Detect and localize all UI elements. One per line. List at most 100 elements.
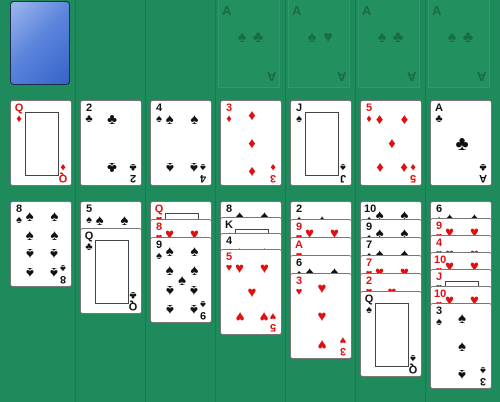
card-pip-icon: ♥ bbox=[235, 308, 245, 326]
card-pip-icon: ♠ bbox=[458, 365, 466, 383]
card-suit-icon: ♦ bbox=[16, 113, 22, 125]
card-rank-index: Q ♦ bbox=[58, 161, 68, 184]
card-pip-icon: ♠ bbox=[190, 242, 199, 260]
card-pip-icon: ♦ bbox=[375, 159, 384, 177]
card-pip-icon: ♠ bbox=[50, 244, 59, 262]
card-pip-icon: ♣ bbox=[107, 159, 117, 177]
card-rank: Q bbox=[58, 172, 68, 184]
card-suit-icon: ♠ bbox=[366, 304, 372, 316]
card-face-frame bbox=[25, 112, 59, 176]
card-pip-icon: ♠ bbox=[25, 263, 34, 281]
card-rank-index: 2 ♣ bbox=[84, 103, 94, 125]
column-divider bbox=[355, 0, 356, 402]
playing-card[interactable]: Q ♠ Q ♠ bbox=[360, 291, 422, 377]
card-pip-icon: ♠ bbox=[25, 208, 34, 226]
foundation-rank: A bbox=[336, 69, 346, 84]
card-pip-icon: ♣ bbox=[107, 110, 117, 128]
card-rank-index: Q ♦ bbox=[14, 103, 24, 125]
card-pip-icon: ♠ bbox=[120, 211, 129, 229]
card-rank: 3 bbox=[479, 375, 487, 387]
foundation-suit-icon: ♣ bbox=[392, 29, 404, 46]
playing-card[interactable]: 5 ♦ 5 ♦ ♦ ♦ ♦ ♦ ♦ bbox=[360, 100, 422, 186]
foundation-suit-icon: ♥ bbox=[323, 29, 333, 46]
card-suit-icon: ♣ bbox=[479, 161, 487, 173]
card-face-frame bbox=[95, 240, 129, 304]
foundation-suit-icon: ♣ bbox=[462, 29, 474, 46]
playing-card[interactable]: 9♠9♠♠♠♠♠♠♠♠♠♠ bbox=[150, 237, 212, 323]
card-rank-index: J ♠ bbox=[294, 103, 304, 125]
playing-card[interactable]: 2 ♣ 2 ♣ ♣ ♣ bbox=[80, 100, 142, 186]
playing-card[interactable]: J ♠ J ♠ bbox=[290, 100, 352, 186]
foundation-slot[interactable]: A A ♠ ♥ bbox=[288, 0, 350, 88]
foundation-slot[interactable]: A A ♠ ♣ bbox=[358, 0, 420, 88]
card-pip-icon: ♠ bbox=[95, 211, 104, 229]
card-pip-icon: ♠ bbox=[190, 159, 199, 177]
card-rank-index: Q ♠ bbox=[408, 352, 418, 375]
card-rank: Q bbox=[128, 300, 138, 312]
playing-card[interactable]: Q ♦ Q ♦ bbox=[10, 100, 72, 186]
playing-card[interactable]: 5 ♥ 5 ♥ ♥ ♥ ♥ ♥ ♥ bbox=[220, 249, 282, 335]
card-rank: J bbox=[339, 172, 347, 184]
card-pip-icon: ♠ bbox=[190, 110, 199, 128]
card-rank: A bbox=[479, 172, 487, 184]
card-suit-icon: ♠ bbox=[296, 113, 302, 125]
playing-card[interactable]: 3 ♥ 3 ♥ ♥ ♥ ♥ bbox=[290, 273, 352, 359]
card-rank-index: Q ♣ bbox=[84, 231, 94, 253]
card-rank-index: 3 ♦ bbox=[268, 161, 278, 184]
foundation-rank: A bbox=[266, 69, 276, 84]
card-suit-icon: ♠ bbox=[480, 364, 486, 376]
card-pip-icon: ♠ bbox=[165, 242, 174, 260]
card-suit-icon: ♥ bbox=[339, 334, 347, 346]
playing-card[interactable]: 8♠8♠♠♠♠♠♠♠♠♠ bbox=[10, 201, 72, 287]
card-suit-icon: ♠ bbox=[340, 161, 346, 173]
card-pip-icon: ♠ bbox=[458, 310, 466, 328]
column-divider bbox=[215, 0, 216, 402]
card-suit-icon: ♦ bbox=[60, 161, 66, 173]
card-face-frame bbox=[375, 303, 409, 367]
playing-card[interactable]: 4♠4♠♠♠♠♠ bbox=[150, 100, 212, 186]
playing-card[interactable]: A ♣ A ♣ ♣ bbox=[430, 100, 492, 186]
column-divider bbox=[425, 0, 426, 402]
card-suit-icon: ♣ bbox=[435, 113, 443, 125]
card-pip-icon: ♠ bbox=[165, 301, 174, 319]
card-rank-index: 3 ♦ bbox=[224, 103, 234, 125]
card-pip-icon: ♥ bbox=[235, 259, 245, 277]
foundation-rank: A bbox=[476, 69, 486, 84]
card-rank: Q bbox=[408, 363, 418, 375]
card-pip-icon: ♠ bbox=[190, 301, 199, 319]
card-rank-index: J ♠ bbox=[338, 161, 348, 184]
foundation-slot[interactable]: A A ♠ ♣ bbox=[428, 0, 490, 88]
foundation-slot[interactable]: A A ♠ ♣ bbox=[218, 0, 280, 88]
card-pip-icon: ♠ bbox=[25, 244, 34, 262]
card-pip-icon: ♠ bbox=[458, 338, 466, 355]
column-divider bbox=[285, 0, 286, 402]
card-suit-icon: ♥ bbox=[295, 286, 303, 298]
playing-card[interactable]: 3 ♦ 3 ♦ ♦ ♦ ♦ bbox=[220, 100, 282, 186]
foundation-rank: A bbox=[222, 3, 232, 18]
column-divider bbox=[145, 0, 146, 402]
card-pip-icon: ♦ bbox=[248, 162, 256, 180]
card-pip-icon: ♦ bbox=[248, 135, 256, 152]
card-pip-icon: ♥ bbox=[259, 259, 269, 277]
card-suit-icon: ♦ bbox=[270, 161, 276, 173]
card-rank-index: 2 ♣ bbox=[128, 161, 138, 184]
card-suit-icon: ♣ bbox=[85, 241, 93, 253]
card-rank: 3 bbox=[269, 172, 277, 184]
card-rank-index: 3 ♠ bbox=[434, 306, 444, 328]
card-suit-icon: ♣ bbox=[85, 113, 93, 125]
card-rank-index: Q ♣ bbox=[128, 289, 138, 312]
card-pip-icon: ♠ bbox=[50, 208, 59, 226]
foundation-suit-icon: ♣ bbox=[252, 29, 264, 46]
card-pip-icon: ♦ bbox=[400, 159, 409, 177]
card-suit-icon: ♦ bbox=[226, 113, 232, 125]
card-pip-icon: ♦ bbox=[400, 110, 409, 128]
foundation-rank: A bbox=[292, 3, 302, 18]
card-suit-icon: ♠ bbox=[410, 352, 416, 364]
card-suit-icon: ♠ bbox=[436, 316, 442, 328]
card-pip-icon: ♣ bbox=[455, 133, 469, 155]
playing-card[interactable]: 3 ♠ 3 ♠ ♠ ♠ ♠ bbox=[430, 303, 492, 389]
card-pip-icon: ♥ bbox=[259, 308, 269, 326]
playing-card[interactable]: Q ♣ Q ♣ bbox=[80, 228, 142, 314]
card-face-frame bbox=[305, 112, 339, 176]
stock-pile[interactable] bbox=[10, 1, 70, 85]
